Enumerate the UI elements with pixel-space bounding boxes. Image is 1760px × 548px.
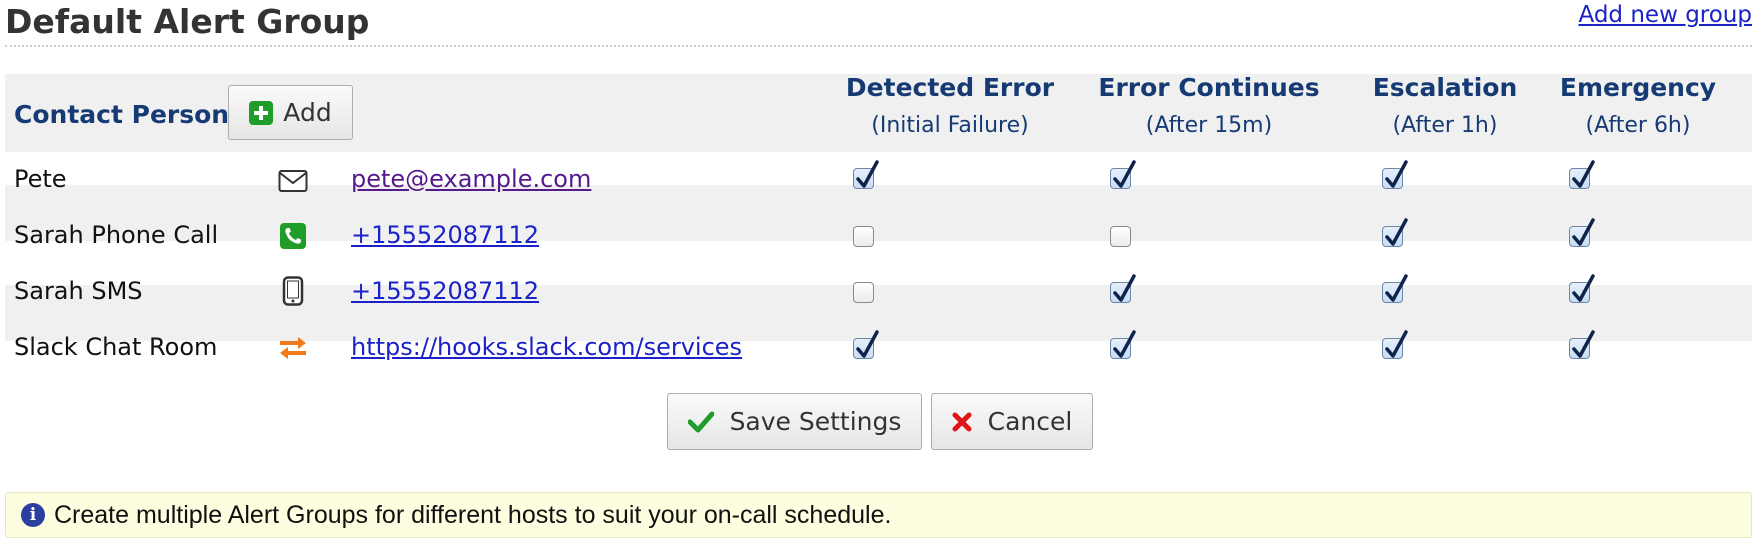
access-key-letter: A	[1578, 2, 1594, 28]
envelope-icon	[278, 166, 308, 196]
contact-name: Slack Chat Room	[14, 333, 218, 361]
check-icon	[1113, 274, 1136, 302]
checkbox-error-continues[interactable]	[1110, 274, 1136, 303]
checkbox-escalation[interactable]	[1382, 160, 1408, 189]
plus-icon	[249, 100, 274, 125]
cancel-button[interactable]: Cancel	[931, 393, 1093, 450]
check-icon	[1385, 274, 1408, 302]
checkbox-detected-error[interactable]	[853, 282, 874, 303]
check-icon	[856, 330, 879, 358]
column-header-emergency: Emergency (After 6h)	[1538, 73, 1738, 141]
column-subtitle: (After 6h)	[1585, 113, 1691, 138]
contact-name: Sarah SMS	[14, 277, 143, 305]
contact-address-link[interactable]: +15552087112	[351, 221, 539, 249]
column-title: Escalation	[1372, 73, 1518, 102]
column-header-detected-error: Detected Error (Initial Failure)	[820, 73, 1080, 141]
check-icon	[1385, 218, 1408, 246]
page-title: Default Alert Group	[5, 2, 370, 41]
phone-icon	[278, 221, 308, 251]
check-icon	[1572, 160, 1595, 188]
add-new-group-label: dd new group	[1593, 2, 1752, 28]
contact-address-link[interactable]: +15552087112	[351, 277, 539, 305]
contact-name: Sarah Phone Call	[14, 221, 219, 249]
contact-address-link[interactable]: https://hooks.slack.com/services	[351, 333, 742, 361]
column-title: Emergency	[1559, 73, 1717, 102]
contact-name: Pete	[14, 165, 67, 193]
check-icon	[1113, 330, 1136, 358]
contact-address-link[interactable]: pete@example.com	[351, 165, 591, 193]
info-banner: i Create multiple Alert Groups for diffe…	[5, 492, 1752, 538]
info-text: Create multiple Alert Groups for differe…	[54, 501, 892, 529]
table-row	[5, 185, 1752, 241]
add-new-group-link[interactable]: Add new group	[1578, 2, 1752, 28]
checkbox-escalation[interactable]	[1382, 218, 1408, 247]
checkbox-detected-error[interactable]	[853, 160, 879, 189]
checkbox-escalation[interactable]	[1382, 274, 1408, 303]
cancel-label: Cancel	[987, 407, 1073, 436]
checkbox-error-continues[interactable]	[1110, 160, 1136, 189]
checkmark-icon	[687, 411, 714, 432]
add-contact-button[interactable]: Add	[228, 85, 353, 140]
title-divider	[5, 45, 1752, 47]
column-title: Error Continues	[1098, 73, 1320, 102]
check-icon	[1113, 160, 1136, 188]
column-subtitle: (After 1h)	[1392, 113, 1498, 138]
webhook-arrows-icon	[278, 333, 308, 363]
column-header-escalation: Escalation (After 1h)	[1345, 73, 1545, 141]
check-icon	[1572, 218, 1595, 246]
checkbox-emergency[interactable]	[1569, 218, 1595, 247]
checkbox-emergency[interactable]	[1569, 274, 1595, 303]
checkbox-escalation[interactable]	[1382, 330, 1408, 359]
check-icon	[1385, 330, 1408, 358]
add-contact-button-label: Add	[283, 98, 332, 127]
close-icon	[952, 412, 972, 431]
check-icon	[1572, 330, 1595, 358]
checkbox-detected-error[interactable]	[853, 226, 874, 247]
save-settings-button[interactable]: Save Settings	[667, 393, 922, 450]
mobile-icon	[278, 276, 308, 306]
save-settings-label: Save Settings	[729, 407, 902, 436]
column-subtitle: (After 15m)	[1145, 113, 1273, 138]
checkbox-emergency[interactable]	[1569, 330, 1595, 359]
check-icon	[1385, 160, 1408, 188]
check-icon	[856, 160, 879, 188]
column-title: Detected Error	[845, 73, 1055, 102]
column-header-error-continues: Error Continues (After 15m)	[1079, 73, 1339, 141]
column-subtitle: (Initial Failure)	[871, 113, 1029, 138]
checkbox-detected-error[interactable]	[853, 330, 879, 359]
checkbox-error-continues[interactable]	[1110, 330, 1136, 359]
info-icon: i	[21, 503, 45, 527]
contact-person-header: Contact Person	[14, 100, 230, 129]
table-row	[5, 235, 1752, 291]
checkbox-emergency[interactable]	[1569, 160, 1595, 189]
check-icon	[1572, 274, 1595, 302]
checkbox-error-continues[interactable]	[1110, 226, 1131, 247]
